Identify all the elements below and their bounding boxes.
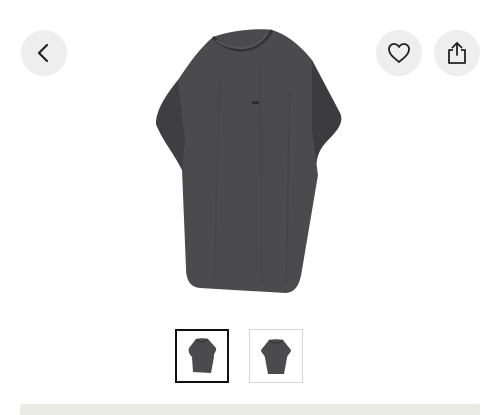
image-thumbnails <box>0 329 500 383</box>
favorite-button[interactable] <box>376 30 422 76</box>
thumbnail-2[interactable] <box>249 329 303 383</box>
thumbnail-1[interactable] <box>175 329 229 383</box>
chevron-left-icon <box>37 43 49 63</box>
heart-icon <box>388 43 410 63</box>
tshirt-image <box>50 10 450 310</box>
share-icon <box>448 42 466 64</box>
bottom-action-bar <box>20 404 480 415</box>
product-detail-screen <box>0 0 500 415</box>
product-image <box>0 0 500 318</box>
tshirt-thumbnail <box>188 338 217 373</box>
share-button[interactable] <box>434 30 480 76</box>
back-button[interactable] <box>21 30 67 76</box>
tshirt-thumbnail <box>261 339 291 374</box>
